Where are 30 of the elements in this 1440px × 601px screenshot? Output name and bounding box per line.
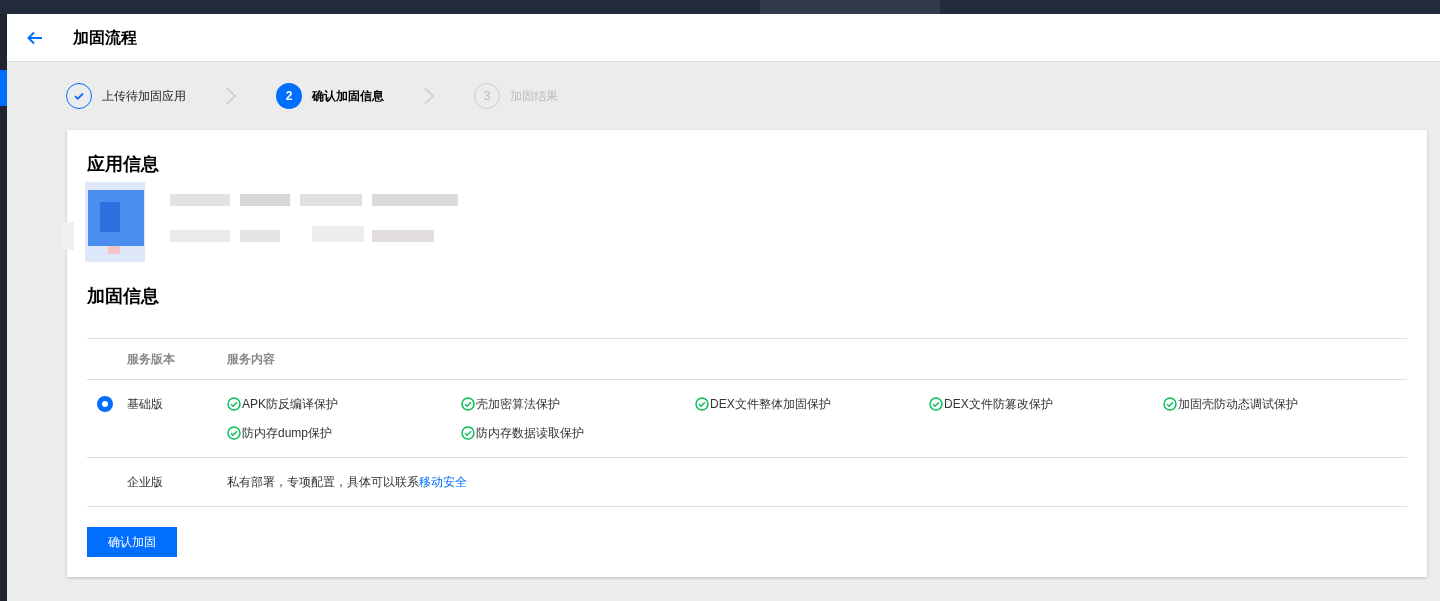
check-circle-icon bbox=[695, 397, 709, 411]
plan-name: 企业版 bbox=[127, 474, 164, 490]
feature-label: 加固壳防动态调试保护 bbox=[1178, 396, 1298, 412]
confirm-button[interactable]: 确认加固 bbox=[87, 527, 177, 557]
chevron-right-icon bbox=[226, 87, 236, 105]
feature-label: DEX文件防篡改保护 bbox=[944, 396, 1053, 412]
check-circle-icon bbox=[227, 426, 241, 440]
feature-label: 壳加密算法保护 bbox=[476, 396, 560, 412]
plan-description: 私有部署，专项配置，具体可以联系移动安全 bbox=[227, 474, 467, 491]
feature-label: 防内存dump保护 bbox=[242, 425, 333, 441]
page-title: 加固流程 bbox=[73, 27, 137, 48]
step-number: 2 bbox=[276, 83, 302, 109]
step-label: 确认加固信息 bbox=[312, 88, 384, 105]
check-circle-icon bbox=[227, 397, 241, 411]
section-title: 应用信息 bbox=[87, 153, 160, 176]
column-header: 服务内容 bbox=[227, 351, 275, 368]
feature-label: DEX文件整体加固保护 bbox=[710, 396, 831, 412]
column-header: 服务版本 bbox=[127, 351, 176, 368]
feature-label: APK防反编译保护 bbox=[242, 396, 338, 412]
chevron-right-icon bbox=[424, 87, 434, 105]
section-title: 加固信息 bbox=[87, 285, 160, 308]
check-circle-icon bbox=[1163, 397, 1177, 411]
check-circle-icon bbox=[461, 397, 475, 411]
feature-label: 防内存数据读取保护 bbox=[476, 425, 584, 441]
contact-link[interactable]: 移动安全 bbox=[419, 475, 467, 489]
step-label: 上传待加固应用 bbox=[102, 88, 186, 105]
radio-button[interactable] bbox=[97, 396, 113, 412]
plan-name: 基础版 bbox=[127, 396, 164, 412]
check-circle-icon bbox=[929, 397, 943, 411]
check-circle-icon bbox=[461, 426, 475, 440]
